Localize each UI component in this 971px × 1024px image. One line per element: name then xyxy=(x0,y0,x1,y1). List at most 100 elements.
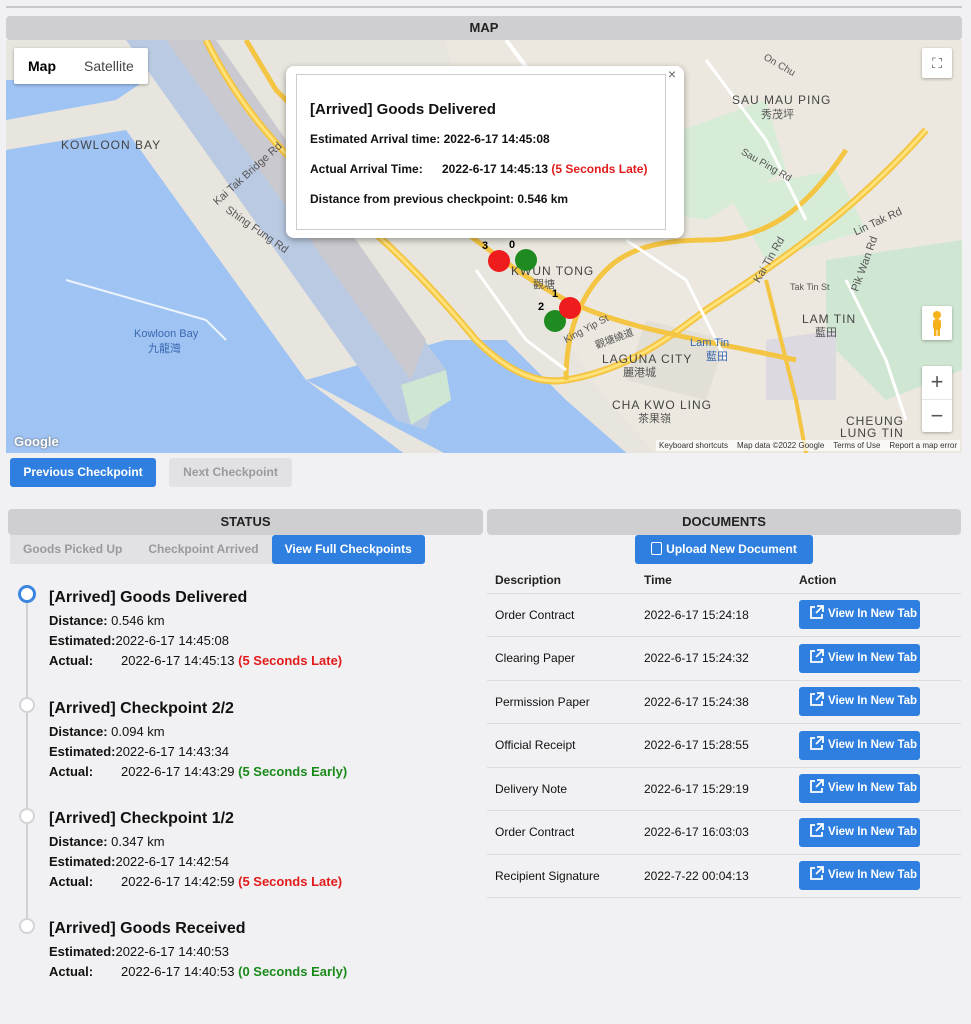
map-label-lam-tin-zh: 藍田 xyxy=(815,327,837,339)
checkpoint-actual-row: Actual: 2022-6-17 14:43:29 (5 Seconds Ear… xyxy=(49,764,469,779)
external-link-icon xyxy=(810,866,824,881)
distance-value: 0.094 km xyxy=(111,724,165,739)
document-action-cell: View In New Tab xyxy=(791,680,961,724)
map-label-sau-mau-ping: SAU MAU PING xyxy=(732,93,832,107)
external-link-icon xyxy=(810,648,824,663)
external-link-icon xyxy=(810,779,824,794)
map-label-tak-tin-st: Tak Tin St xyxy=(790,282,830,292)
checkpoint-title: [Arrived] Goods Delivered xyxy=(49,589,248,606)
timing-note: (5 Seconds Late) xyxy=(238,874,343,889)
estimated-label: Estimated: xyxy=(49,944,116,959)
distance-label: Distance: xyxy=(49,613,108,628)
previous-checkpoint-button[interactable]: Previous Checkpoint xyxy=(10,458,156,487)
view-in-new-tab-label: View In New Tab xyxy=(828,608,918,621)
info-window-late-note: (5 Seconds Late) xyxy=(551,162,648,176)
timing-note: (5 Seconds Late) xyxy=(238,653,343,668)
checkpoint-estimated-row: Estimated:2022-6-17 14:43:34 xyxy=(49,744,469,759)
map-label-lung-tin: LUNG TIN xyxy=(840,426,904,440)
top-divider xyxy=(6,6,962,8)
map-marker-label-1: 1 xyxy=(552,288,559,300)
tab-checkpoint-arrived[interactable]: Checkpoint Arrived xyxy=(135,535,272,564)
checkpoint-title: [Arrived] Checkpoint 1/2 xyxy=(49,810,234,827)
view-in-new-tab-button[interactable]: View In New Tab xyxy=(799,687,920,717)
distance-label: Distance: xyxy=(49,834,108,849)
checkpoint-item: [Arrived] Goods Received Estimated:2022-… xyxy=(49,920,469,984)
document-time: 2022-7-22 00:04:13 xyxy=(636,854,791,898)
view-in-new-tab-button[interactable]: View In New Tab xyxy=(799,817,920,847)
view-in-new-tab-button[interactable]: View In New Tab xyxy=(799,861,920,891)
actual-label: Actual: xyxy=(49,653,94,668)
info-window: × [Arrived] Goods Delivered Estimated Ar… xyxy=(286,66,684,238)
upload-new-document-button[interactable]: Upload New Document xyxy=(635,535,813,564)
map-label-laguna-city-zh: 麗港城 xyxy=(623,367,656,379)
zoom-in-icon[interactable]: + xyxy=(922,366,952,399)
actual-label: Actual: xyxy=(49,964,94,979)
checkpoint-distance-row: Distance: 0.347 km xyxy=(49,834,469,849)
map-type-toggle[interactable]: Map Satellite xyxy=(14,48,148,84)
view-in-new-tab-label: View In New Tab xyxy=(828,695,918,708)
document-description: Official Receipt xyxy=(487,723,636,768)
table-row: Delivery Note 2022-6-17 15:29:19 View In N… xyxy=(487,767,961,811)
map-type-satellite-button[interactable]: Satellite xyxy=(70,48,148,84)
map-type-map-button[interactable]: Map xyxy=(14,48,70,84)
view-in-new-tab-button[interactable]: View In New Tab xyxy=(799,600,920,630)
document-action-cell: View In New Tab xyxy=(791,636,961,681)
document-time: 2022-6-17 15:24:38 xyxy=(636,680,791,724)
column-header-time: Time xyxy=(636,567,791,594)
document-time: 2022-6-17 15:24:32 xyxy=(636,636,791,681)
distance-value: 0.347 km xyxy=(111,834,165,849)
estimated-label: Estimated: xyxy=(49,854,116,869)
tab-view-full-checkpoints[interactable]: View Full Checkpoints xyxy=(271,535,425,564)
report-error-link[interactable]: Report a map error xyxy=(889,441,957,450)
estimated-value: 2022-6-17 14:43:34 xyxy=(115,744,229,759)
info-window-estimated: Estimated Arrival time: 2022-6-17 14:45:… xyxy=(310,132,550,146)
keyboard-shortcuts-link[interactable]: Keyboard shortcuts xyxy=(659,441,728,450)
zoom-control: + − xyxy=(922,366,952,432)
document-description: Order Contract xyxy=(487,593,636,637)
timeline-dot xyxy=(19,697,35,713)
next-checkpoint-button[interactable]: Next Checkpoint xyxy=(169,458,292,487)
close-icon[interactable]: × xyxy=(668,66,676,82)
document-time: 2022-6-17 15:29:19 xyxy=(636,767,791,811)
timeline-dot-current xyxy=(18,585,36,603)
table-row: Order Contract 2022-6-17 15:24:18 View In … xyxy=(487,593,961,637)
view-in-new-tab-button[interactable]: View In New Tab xyxy=(799,643,920,673)
external-link-icon xyxy=(810,692,824,707)
document-description: Recipient Signature xyxy=(487,854,636,898)
timing-note: (0 Seconds Early) xyxy=(238,964,348,979)
map-marker-0[interactable] xyxy=(515,249,537,271)
map-attribution: Keyboard shortcuts Map data ©2022 Google T… xyxy=(656,440,960,451)
checkpoint-actual-row: Actual: 2022-6-17 14:42:59 (5 Seconds Lat… xyxy=(49,874,469,889)
map-marker-3[interactable] xyxy=(488,250,510,272)
document-description: Permission Paper xyxy=(487,680,636,724)
actual-value: 2022-6-17 14:43:29 xyxy=(121,764,235,779)
fullscreen-icon[interactable]: ⛶ xyxy=(922,48,952,78)
terms-link[interactable]: Terms of Use xyxy=(833,441,880,450)
map-view[interactable]: Map Satellite ⛶ KOWLOON BAY Kowloon Bay … xyxy=(6,40,962,453)
document-time: 2022-6-17 16:03:03 xyxy=(636,810,791,855)
view-in-new-tab-button[interactable]: View In New Tab xyxy=(799,774,920,804)
distance-value: 0.546 km xyxy=(111,613,165,628)
document-description: Delivery Note xyxy=(487,767,636,811)
map-marker-1[interactable] xyxy=(559,297,581,319)
view-in-new-tab-button[interactable]: View In New Tab xyxy=(799,730,920,760)
document-time: 2022-6-17 15:24:18 xyxy=(636,593,791,637)
map-marker-label-0: 0 xyxy=(509,239,516,251)
map-label-kowloon-bay: KOWLOON BAY xyxy=(61,138,162,152)
document-time: 2022-6-17 15:28:55 xyxy=(636,723,791,768)
tab-goods-picked-up[interactable]: Goods Picked Up xyxy=(10,535,136,564)
estimated-value: 2022-6-17 14:40:53 xyxy=(115,944,229,959)
document-action-cell: View In New Tab xyxy=(791,767,961,811)
column-header-action: Action xyxy=(791,567,961,594)
actual-value: 2022-6-17 14:40:53 xyxy=(121,964,235,979)
street-view-pegman-icon[interactable] xyxy=(922,306,952,340)
map-section-header: MAP xyxy=(6,16,962,40)
map-marker-label-2: 2 xyxy=(538,301,545,313)
documents-section-header: DOCUMENTS xyxy=(487,509,961,535)
timing-note: (5 Seconds Early) xyxy=(238,764,348,779)
column-header-description: Description xyxy=(487,567,636,594)
checkpoint-estimated-row: Estimated:2022-6-17 14:42:54 xyxy=(49,854,469,869)
actual-value: 2022-6-17 14:45:13 xyxy=(121,653,235,668)
view-in-new-tab-label: View In New Tab xyxy=(828,651,918,664)
zoom-out-icon[interactable]: − xyxy=(922,399,952,432)
